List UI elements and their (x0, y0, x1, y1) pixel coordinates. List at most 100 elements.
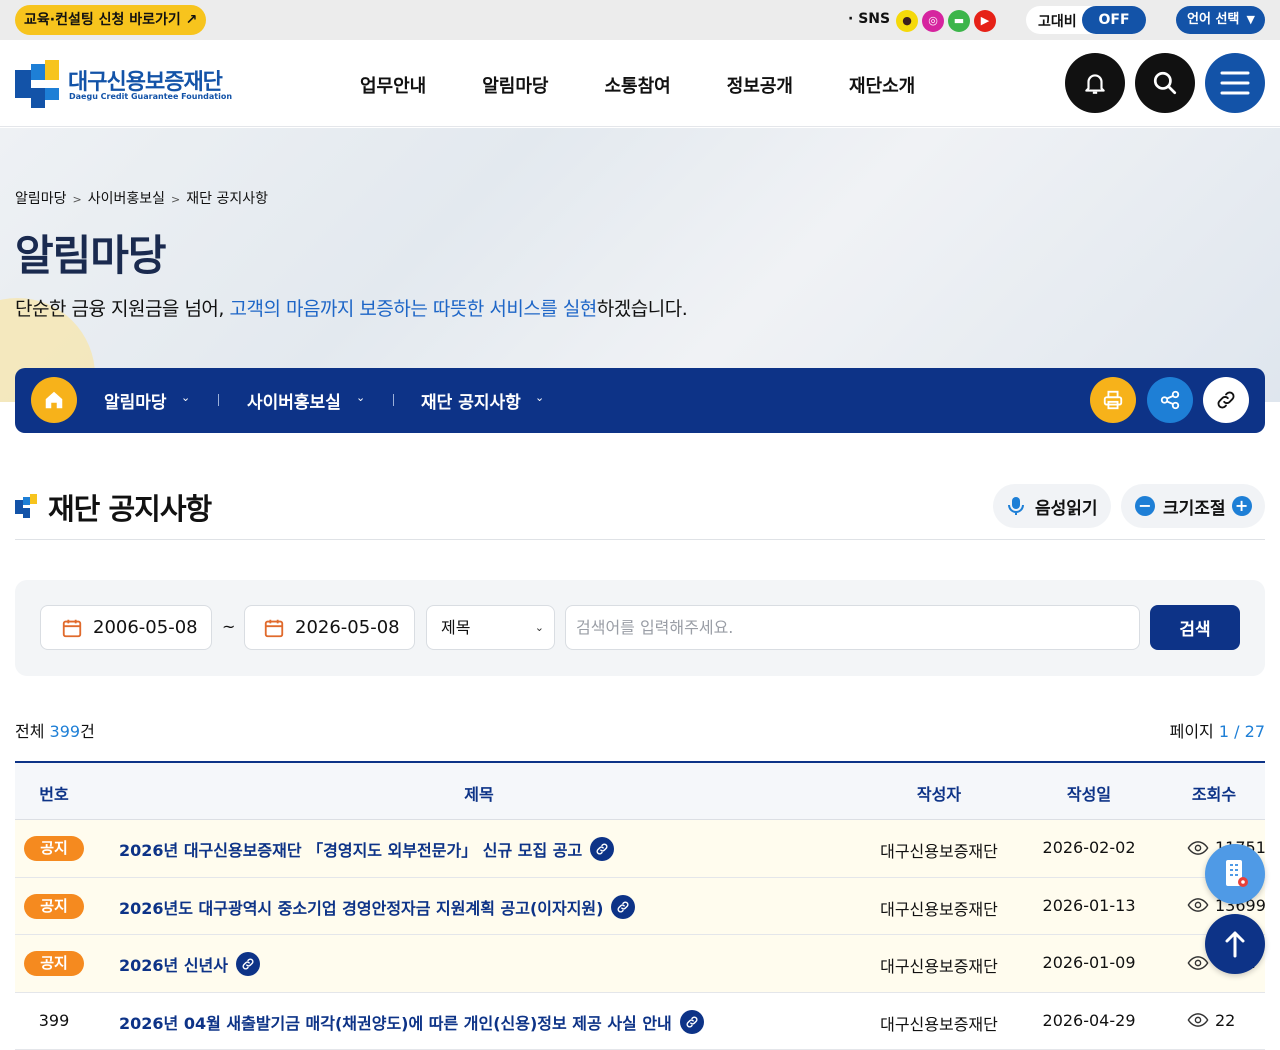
nav-item-information-disclosure[interactable]: 정보공개 (727, 72, 793, 98)
breadcrumb-item[interactable]: 알림마당 (15, 191, 67, 207)
bell-icon (1082, 70, 1108, 96)
keyword-input[interactable] (565, 605, 1140, 650)
microphone-icon (1007, 496, 1025, 516)
post-date: 2026-02-02 (1043, 838, 1136, 857)
chevron-down-icon: ▼ (1247, 6, 1255, 34)
table-row[interactable]: 공지 2026년 신년사 대구신용보증재단 2026-01-09 3011 (15, 935, 1265, 993)
post-title[interactable]: 2026년 대구신용보증재단 「경영지도 외부전문가」 신규 모집 공고 (119, 837, 582, 861)
post-views-value: 22 (1215, 1011, 1235, 1030)
instagram-icon[interactable]: ◎ (922, 10, 944, 32)
page-prefix: 페이지 (1170, 722, 1214, 741)
column-header-author: 작성자 (917, 781, 961, 805)
post-title-link[interactable]: 2026년도 대구광역시 중소기업 경영안정자금 지원계획 공고(이자지원) (119, 895, 635, 919)
nav-item-notice-board[interactable]: 알림마당 (482, 72, 548, 98)
page-title: 재단 공지사항 (48, 486, 211, 528)
post-title[interactable]: 2026년도 대구광역시 중소기업 경영안정자금 지원계획 공고(이자지원) (119, 895, 603, 919)
hamburger-icon (1220, 70, 1250, 96)
chevron-down-icon[interactable]: ⌄ (535, 391, 544, 404)
font-size-label: 크기조절 (1163, 494, 1226, 519)
chevron-down-icon[interactable]: ⌄ (356, 391, 365, 404)
voice-read-button[interactable]: 음성읽기 (993, 484, 1111, 528)
sns-icon-group: ● ◎ ▬ ▶ (896, 10, 996, 32)
breadcrumb-separator: > (73, 193, 82, 206)
table-row[interactable]: 공지 2026년 대구신용보증재단 「경영지도 외부전문가」 신규 모집 공고 … (15, 820, 1265, 878)
link-icon (236, 952, 260, 976)
zoom-in-button[interactable]: + (1232, 496, 1252, 516)
start-date-field[interactable]: 2006-05-08 (40, 605, 212, 650)
post-title-link[interactable]: 2026년 대구신용보증재단 「경영지도 외부전문가」 신규 모집 공고 (119, 837, 614, 861)
language-select[interactable]: 언어 선택 ▼ (1176, 6, 1265, 34)
link-icon (590, 837, 614, 861)
floating-branch-button[interactable] (1205, 844, 1265, 904)
table-row[interactable]: 공지 2026년도 대구광역시 중소기업 경영안정자금 지원계획 공고(이자지원… (15, 878, 1265, 936)
search-submit-button[interactable]: 검색 (1150, 605, 1240, 650)
breadcrumb-item[interactable]: 사이버홍보실 (88, 191, 165, 207)
zoom-out-button[interactable]: − (1135, 496, 1155, 516)
page-indicator: 페이지 1 / 27 (1170, 718, 1265, 742)
breadcrumb-separator: > (171, 193, 180, 206)
nav-item-about-foundation[interactable]: 재단소개 (849, 72, 915, 98)
location-item-cyber-pr[interactable]: 사이버홍보실 (247, 388, 341, 413)
post-title-link[interactable]: 2026년 04월 새출발기금 매각(채권양도)에 따른 개인(신용)정보 제공… (119, 1010, 704, 1034)
notice-badge: 공지 (24, 951, 84, 976)
location-bar: 알림마당 ⌄ 사이버홍보실 ⌄ 재단 공지사항 ⌄ (15, 368, 1265, 433)
notification-button[interactable] (1065, 53, 1125, 113)
table-row[interactable]: 399 2026년 04월 새출발기금 매각(채권양도)에 따른 개인(신용)정… (15, 993, 1265, 1050)
total-count-value: 399 (50, 722, 81, 741)
high-contrast-state[interactable]: OFF (1082, 6, 1146, 34)
chevron-down-icon[interactable]: ⌄ (181, 391, 190, 404)
education-consulting-link[interactable]: 교육·컨설팅 신청 바로가기 ↗ (15, 5, 206, 35)
total-suffix: 건 (80, 722, 95, 741)
youtube-icon[interactable]: ▶ (974, 10, 996, 32)
title-divider (15, 539, 1265, 540)
total-count: 전체 399건 (15, 718, 95, 742)
location-item-notice-board[interactable]: 알림마당 (104, 388, 167, 413)
arrow-up-icon (1224, 930, 1246, 958)
title-logo-icon (15, 494, 37, 518)
date-range-separator: ~ (222, 617, 235, 636)
hero-banner: 알림마당>사이버홍보실>재단 공지사항 알림마당 단순한 금융 지원금을 넘어,… (0, 128, 1280, 402)
start-date-value: 2006-05-08 (93, 617, 198, 638)
post-author: 대구신용보증재단 (880, 1011, 998, 1035)
kakao-icon[interactable]: ● (896, 10, 918, 32)
chevron-down-icon: ⌄ (535, 606, 544, 649)
notice-badge: 공지 (24, 894, 84, 919)
menu-button[interactable] (1205, 53, 1265, 113)
search-button[interactable] (1135, 53, 1195, 113)
total-pages: 27 (1245, 722, 1265, 741)
search-panel: 2006-05-08 ~ 2026-05-08 제목 ⌄ 검색 (15, 580, 1265, 676)
home-button[interactable] (31, 377, 77, 423)
nav-item-business-guide[interactable]: 업무안내 (360, 72, 426, 98)
column-header-views: 조회수 (1192, 781, 1236, 805)
scroll-to-top-button[interactable] (1205, 914, 1265, 974)
notice-table: 번호 제목 작성자 작성일 조회수 공지 2026년 대구신용보증재단 「경영지… (15, 761, 1265, 1050)
foundation-logo-icon[interactable] (15, 60, 59, 108)
print-button[interactable] (1090, 377, 1136, 423)
copy-link-button[interactable] (1203, 377, 1249, 423)
page-separator: / (1234, 722, 1239, 741)
post-author: 대구신용보증재단 (880, 953, 998, 977)
post-date: 2026-01-09 (1043, 953, 1136, 972)
high-contrast-toggle[interactable]: 고대비 OFF (1026, 6, 1146, 34)
font-size-control: − 크기조절 + (1121, 484, 1265, 528)
link-icon (611, 895, 635, 919)
high-contrast-label: 고대비 (1038, 11, 1077, 31)
location-item-foundation-notice[interactable]: 재단 공지사항 (421, 388, 521, 413)
post-title-link[interactable]: 2026년 신년사 (119, 952, 260, 976)
search-field-select[interactable]: 제목 ⌄ (426, 605, 555, 650)
post-author: 대구신용보증재단 (880, 838, 998, 862)
post-number: 399 (39, 1011, 70, 1030)
link-icon (680, 1010, 704, 1034)
breadcrumb-current: 재단 공지사항 (186, 191, 268, 207)
post-title[interactable]: 2026년 04월 새출발기금 매각(채권양도)에 따른 개인(신용)정보 제공… (119, 1010, 672, 1034)
kakao-story-icon[interactable]: ▬ (948, 10, 970, 32)
share-button[interactable] (1147, 377, 1193, 423)
nav-item-communication[interactable]: 소통참여 (605, 72, 671, 98)
top-utility-bar: 교육·컨설팅 신청 바로가기 ↗ · SNS ● ◎ ▬ ▶ 고대비 OFF 언… (0, 0, 1280, 40)
end-date-field[interactable]: 2026-05-08 (244, 605, 415, 650)
post-title[interactable]: 2026년 신년사 (119, 952, 228, 976)
hero-title: 알림마당 (15, 222, 166, 283)
link-icon (1215, 389, 1237, 411)
building-location-icon (1220, 858, 1250, 890)
location-divider (218, 394, 219, 406)
